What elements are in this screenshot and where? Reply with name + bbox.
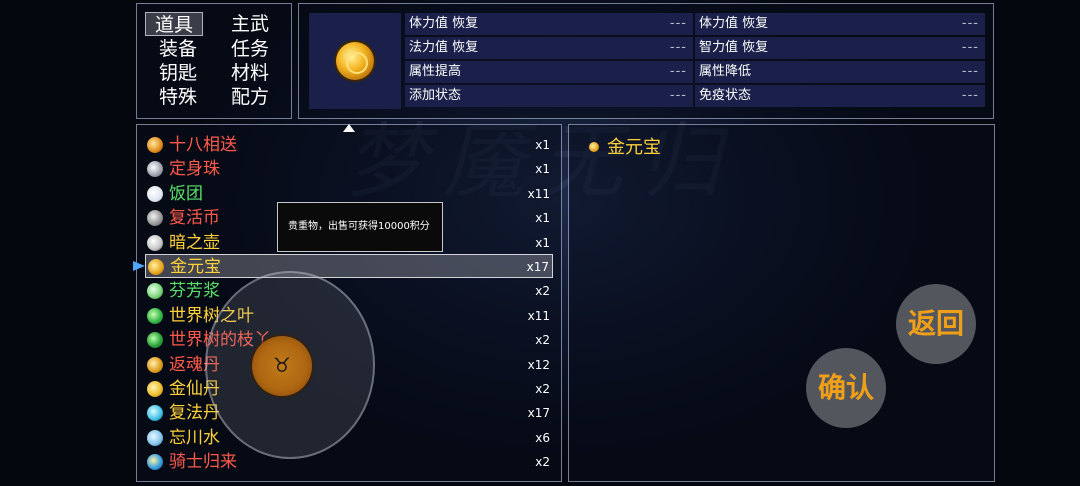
category-panel: 道具 主武 装备 任务 钥匙 材料 特殊 配方 bbox=[136, 3, 292, 119]
item-row[interactable]: 定身珠 x1 bbox=[145, 157, 553, 181]
selection-cursor-icon bbox=[133, 261, 145, 271]
pill-icon bbox=[147, 357, 163, 373]
category-tab-recipes[interactable]: 配方 bbox=[221, 85, 279, 109]
stat-row: 体力值 恢复 --- bbox=[405, 13, 693, 35]
gold-pill-icon bbox=[147, 381, 163, 397]
stat-value: --- bbox=[669, 88, 687, 103]
stat-row: 法力值 恢复 --- bbox=[405, 37, 693, 59]
stat-row: 智力值 恢复 --- bbox=[695, 37, 985, 59]
stat-row: 免疫状态 --- bbox=[695, 85, 985, 107]
stat-label: 体力值 恢复 bbox=[699, 16, 769, 31]
item-name: 复活币 bbox=[169, 208, 220, 228]
stat-row: 体力值 恢复 --- bbox=[695, 13, 985, 35]
category-tab-items[interactable]: 道具 bbox=[145, 12, 203, 36]
stat-value: --- bbox=[669, 16, 687, 31]
category-tab-equipment[interactable]: 装备 bbox=[149, 37, 207, 61]
gold-ingot-icon bbox=[336, 42, 374, 80]
rice-ball-icon bbox=[147, 186, 163, 202]
item-name: 骑士归来 bbox=[169, 452, 237, 472]
gold-ingot-icon bbox=[589, 142, 599, 152]
item-name: 忘川水 bbox=[169, 428, 220, 448]
item-row[interactable]: 金元宝 x17 bbox=[145, 254, 553, 278]
item-row[interactable]: 十八相送 x1 bbox=[145, 133, 553, 157]
flask-icon bbox=[147, 283, 163, 299]
item-tooltip: 贵重物，出售可获得10000积分 bbox=[277, 202, 443, 252]
branch-icon bbox=[147, 332, 163, 348]
item-quantity: x12 bbox=[527, 358, 550, 372]
water-drop-icon bbox=[147, 430, 163, 446]
item-name: 饭团 bbox=[169, 184, 203, 204]
item-quantity: x1 bbox=[535, 236, 550, 250]
item-quantity: x17 bbox=[527, 406, 550, 420]
stat-value: --- bbox=[961, 40, 979, 55]
item-quantity: x2 bbox=[535, 455, 550, 469]
stat-label: 法力值 恢复 bbox=[409, 40, 479, 55]
stat-value: --- bbox=[961, 64, 979, 79]
item-quantity: x1 bbox=[535, 162, 550, 176]
mana-pill-icon bbox=[147, 405, 163, 421]
item-quantity: x11 bbox=[527, 187, 550, 201]
category-tab-quest[interactable]: 任务 bbox=[221, 37, 279, 61]
stat-label: 体力值 恢复 bbox=[409, 16, 479, 31]
stat-row: 属性提高 --- bbox=[405, 61, 693, 83]
item-name: 定身珠 bbox=[169, 159, 220, 179]
confirm-button[interactable]: 确认 bbox=[806, 348, 886, 428]
eye-icon bbox=[147, 454, 163, 470]
stat-value: --- bbox=[961, 16, 979, 31]
stat-value: --- bbox=[961, 88, 979, 103]
stat-label: 添加状态 bbox=[409, 88, 462, 103]
item-icon-box bbox=[309, 13, 401, 109]
item-quantity: x17 bbox=[526, 260, 549, 274]
potion-icon bbox=[147, 235, 163, 251]
gold-ingot-icon bbox=[148, 259, 164, 275]
item-name: 暗之壶 bbox=[169, 233, 220, 253]
scroll-up-arrow-icon[interactable] bbox=[343, 124, 355, 132]
category-tab-keys[interactable]: 钥匙 bbox=[149, 61, 207, 85]
item-quantity: x11 bbox=[527, 309, 550, 323]
item-quantity: x2 bbox=[535, 382, 550, 396]
stat-value: --- bbox=[669, 40, 687, 55]
stat-row: 添加状态 --- bbox=[405, 85, 693, 107]
stat-label: 属性提高 bbox=[409, 64, 462, 79]
item-row[interactable]: 骑士归来 x2 bbox=[145, 450, 553, 474]
leaf-icon bbox=[147, 308, 163, 324]
category-tab-materials[interactable]: 材料 bbox=[221, 61, 279, 85]
item-quantity: x6 bbox=[535, 431, 550, 445]
bull-head-icon: ♉ bbox=[273, 353, 291, 377]
back-button[interactable]: 返回 bbox=[896, 284, 976, 364]
stat-value: --- bbox=[669, 64, 687, 79]
item-quantity: x1 bbox=[535, 138, 550, 152]
item-quantity: x1 bbox=[535, 211, 550, 225]
item-name: 芬芳浆 bbox=[169, 281, 220, 301]
category-tab-special[interactable]: 特殊 bbox=[149, 85, 207, 109]
coin-icon bbox=[147, 210, 163, 226]
item-quantity: x2 bbox=[535, 333, 550, 347]
stat-label: 智力值 恢复 bbox=[699, 40, 769, 55]
orb-icon bbox=[147, 137, 163, 153]
item-name: 十八相送 bbox=[169, 135, 237, 155]
item-info-panel: 体力值 恢复 --- 法力值 恢复 --- 属性提高 --- 添加状态 --- … bbox=[298, 3, 994, 119]
item-name: 金元宝 bbox=[170, 257, 221, 277]
category-tab-weapon[interactable]: 主武 bbox=[221, 12, 279, 36]
stat-label: 属性降低 bbox=[699, 64, 752, 79]
stat-row: 属性降低 --- bbox=[695, 61, 985, 83]
joystick-knob[interactable]: ♉ bbox=[252, 336, 312, 396]
pearl-icon bbox=[147, 161, 163, 177]
detail-item-name: 金元宝 bbox=[607, 137, 661, 158]
stat-label: 免疫状态 bbox=[699, 88, 752, 103]
item-quantity: x2 bbox=[535, 284, 550, 298]
